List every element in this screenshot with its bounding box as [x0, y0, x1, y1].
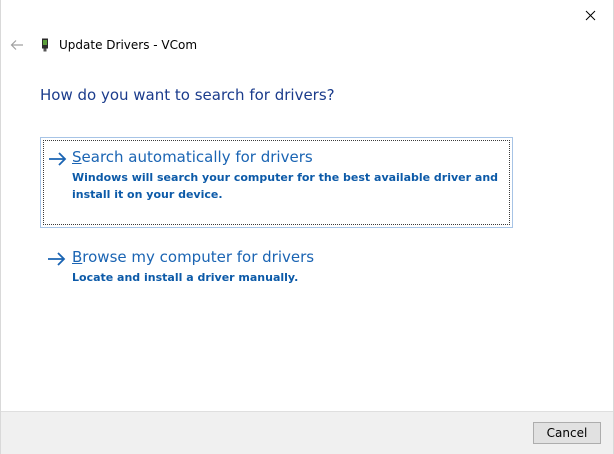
device-icon — [39, 37, 51, 53]
back-button[interactable] — [7, 36, 27, 54]
search-automatically-option[interactable]: Search automatically for drivers Windows… — [40, 137, 513, 228]
back-arrow-icon — [10, 40, 23, 50]
accelerator-key: S — [72, 148, 82, 166]
option-title: Browse my computer for drivers — [72, 248, 314, 266]
window-title: Update Drivers - VCom — [59, 38, 198, 52]
option-description: Locate and install a driver manually. — [72, 271, 299, 284]
update-drivers-dialog: Update Drivers - VCom How do you want to… — [0, 0, 614, 454]
close-icon — [585, 10, 595, 20]
arrow-right-icon — [48, 252, 66, 266]
option-title: Search automatically for drivers — [72, 148, 313, 166]
title-bar: Update Drivers - VCom — [39, 37, 197, 53]
page-heading: How do you want to search for drivers? — [40, 86, 335, 104]
option-title-rest: rowse my computer for drivers — [82, 248, 315, 266]
accelerator-key: B — [72, 248, 83, 266]
arrow-right-icon — [49, 152, 67, 166]
close-button[interactable] — [579, 4, 601, 26]
option-title-rest: earch automatically for drivers — [81, 148, 313, 166]
cancel-button[interactable]: Cancel — [533, 422, 601, 444]
option-description: Windows will search your computer for th… — [72, 171, 499, 201]
browse-computer-option[interactable]: Browse my computer for drivers Locate an… — [40, 245, 513, 295]
dialog-footer: Cancel — [1, 411, 613, 454]
